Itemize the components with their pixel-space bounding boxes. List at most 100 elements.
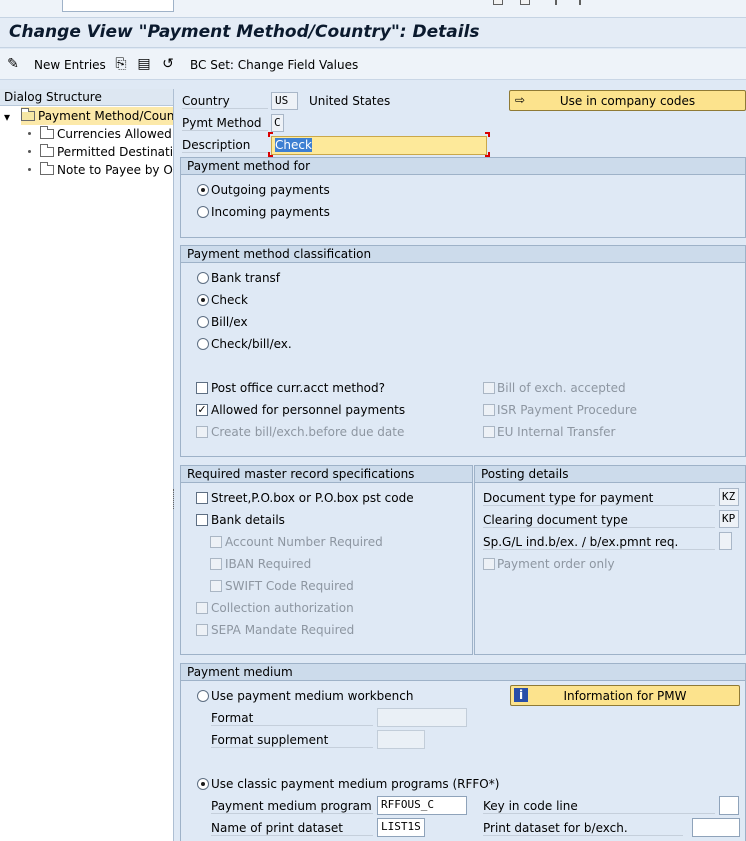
bill-ex-label: Bill/ex <box>211 315 248 329</box>
print-dataset-label: Name of print dataset <box>211 821 373 836</box>
dialog-structure-pane: Dialog Structure ▾ Payment Method/Count … <box>0 89 174 841</box>
check-bill-ex-label: Check/bill/ex. <box>211 337 292 351</box>
description-field[interactable]: Check <box>271 136 487 155</box>
tree-item-label: Currencies Allowed <box>57 127 172 141</box>
key-code-line-field[interactable] <box>719 796 739 815</box>
bank-transf-radio[interactable] <box>197 272 209 284</box>
use-classic-radio[interactable] <box>197 778 209 790</box>
posting-details-group: Posting details Document type for paymen… <box>474 465 746 655</box>
tree-item-note-to-payee[interactable]: Note to Payee by Or <box>28 161 174 179</box>
allowed-personnel-label: Allowed for personnel payments <box>211 403 406 417</box>
page-title: Change View "Payment Method/Country": De… <box>9 22 480 42</box>
tree-item-currencies[interactable]: Currencies Allowed <box>28 125 172 143</box>
check-radio[interactable] <box>197 294 209 306</box>
focus-corner <box>268 132 273 137</box>
doc-type-field[interactable]: KZ <box>719 488 739 506</box>
allowed-personnel-checkbox[interactable]: ✓ <box>196 404 208 416</box>
print-bex-label: Print dataset for b/exch. <box>483 821 683 836</box>
use-classic-label: Use classic payment medium programs (RFF… <box>211 777 500 791</box>
post-office-label: Post office curr.acct method? <box>211 381 386 395</box>
save-local-icon[interactable]: ▤ <box>136 56 152 72</box>
tree-item-label: Permitted Destinatio <box>57 145 174 159</box>
tree-item-destinations[interactable]: Permitted Destinatio <box>28 143 174 161</box>
country-label: Country <box>182 94 268 109</box>
incoming-radio[interactable] <box>197 206 209 218</box>
format-field <box>377 708 467 727</box>
iban-label: IBAN Required <box>225 557 312 571</box>
new-entries-button[interactable]: New Entries <box>34 58 106 72</box>
focus-corner <box>485 132 490 137</box>
key-code-line-label: Key in code line <box>483 799 715 814</box>
classification-group: Payment method classification Bank trans… <box>180 245 746 457</box>
sepa-checkbox <box>196 624 208 636</box>
create-bill-checkbox <box>196 426 208 438</box>
payment-order-checkbox <box>483 558 495 570</box>
pymt-method-field[interactable]: C <box>271 114 284 132</box>
system-icon[interactable] <box>555 0 559 5</box>
format-supplement-field <box>377 730 425 749</box>
bullet-icon <box>28 150 31 153</box>
use-pmw-label: Use payment medium workbench <box>211 689 414 703</box>
glasses-edit-icon[interactable]: ✎ <box>5 56 21 72</box>
use-pmw-radio[interactable] <box>197 690 209 702</box>
clearing-field[interactable]: KP <box>719 510 739 528</box>
system-icon[interactable] <box>520 0 530 5</box>
street-checkbox[interactable] <box>196 492 208 504</box>
check-bill-ex-radio[interactable] <box>197 338 209 350</box>
eu-transfer-label: EU Internal Transfer <box>497 425 616 439</box>
eu-transfer-checkbox <box>483 426 495 438</box>
system-icon[interactable] <box>579 0 583 5</box>
tree-item-payment-method[interactable]: Payment Method/Count <box>21 107 174 125</box>
pymt-method-label: Pymt Method <box>182 116 268 131</box>
format-label: Format <box>211 711 373 726</box>
bill-accepted-checkbox <box>483 382 495 394</box>
dialog-structure-title: Dialog Structure <box>0 89 173 106</box>
description-label: Description <box>182 138 268 153</box>
outgoing-radio[interactable] <box>197 184 209 196</box>
country-name: United States <box>309 94 391 108</box>
bill-accepted-label: Bill of exch. accepted <box>497 381 626 395</box>
account-number-checkbox <box>210 536 222 548</box>
create-bill-label: Create bill/exch.before due date <box>211 425 405 439</box>
undo-icon[interactable]: ↺ <box>160 56 176 72</box>
group-title: Payment method classification <box>181 246 745 263</box>
print-bex-field[interactable] <box>692 818 740 837</box>
application-toolbar: ✎ New Entries ⎘ ▤ ↺ BC Set: Change Field… <box>0 49 746 80</box>
folder-icon <box>40 144 54 157</box>
country-code-field[interactable]: US <box>271 92 298 110</box>
bc-set-button[interactable]: BC Set: Change Field Values <box>190 58 358 72</box>
program-label: Payment medium program <box>211 799 373 814</box>
splitter-handle[interactable] <box>173 489 177 509</box>
open-folder-icon <box>21 108 35 121</box>
system-icon[interactable] <box>493 0 503 5</box>
post-office-checkbox[interactable] <box>196 382 208 394</box>
isr-checkbox <box>483 404 495 416</box>
bill-ex-radio[interactable] <box>197 316 209 328</box>
info-pmw-button[interactable]: i Information for PMW <box>510 685 740 706</box>
command-field[interactable] <box>62 0 174 12</box>
folder-icon <box>40 162 54 175</box>
payment-order-label: Payment order only <box>497 557 615 571</box>
button-label: Information for PMW <box>563 689 687 703</box>
tree-item-label: Payment Method/Count <box>38 109 174 123</box>
copy-icon[interactable]: ⎘ <box>113 56 129 72</box>
bank-details-checkbox[interactable] <box>196 514 208 526</box>
group-title: Posting details <box>475 466 745 483</box>
print-dataset-field[interactable]: LIST1S <box>377 818 425 837</box>
bank-details-label: Bank details <box>211 513 285 527</box>
swift-checkbox <box>210 580 222 592</box>
spgl-label: Sp.G/L ind.b/ex. / b/ex.pmnt req. <box>483 535 715 550</box>
tree-expand-icon[interactable]: ▾ <box>4 108 10 126</box>
outgoing-label: Outgoing payments <box>211 183 330 197</box>
swift-label: SWIFT Code Required <box>225 579 354 593</box>
spgl-field[interactable] <box>719 532 732 550</box>
bank-transf-label: Bank transf <box>211 271 281 285</box>
master-record-group: Required master record specifications St… <box>180 465 473 655</box>
tree-item-label: Note to Payee by Or <box>57 163 174 177</box>
use-in-company-codes-button[interactable]: ⇨ Use in company codes <box>509 90 746 111</box>
system-toolbar <box>0 0 746 18</box>
folder-icon <box>40 126 54 139</box>
program-field[interactable]: RFFOUS_C <box>377 796 467 815</box>
description-value: Check <box>275 138 312 152</box>
clearing-label: Clearing document type <box>483 513 715 528</box>
